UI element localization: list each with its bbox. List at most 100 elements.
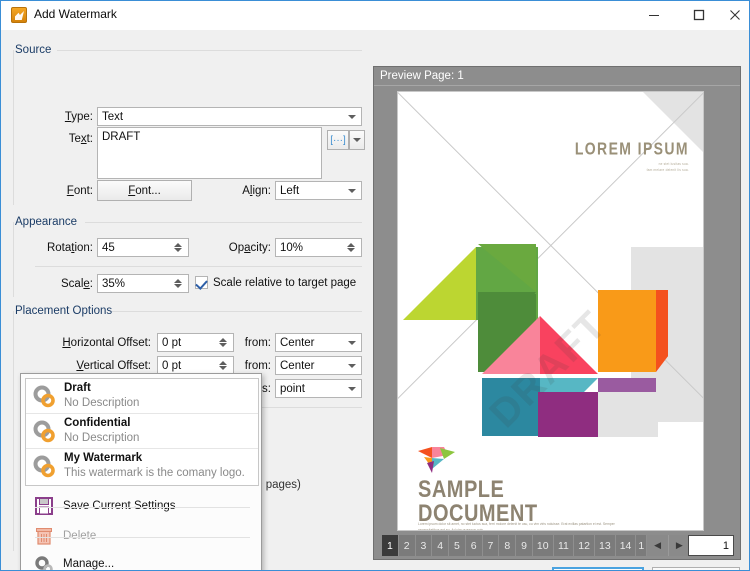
chevron-down-icon bbox=[348, 188, 356, 193]
vertical-from-value: Center bbox=[280, 359, 315, 372]
menu-item-label: Delete bbox=[63, 530, 97, 542]
insert-macro-icon: [···] bbox=[330, 134, 346, 146]
sample-title-line1: SAMPLE bbox=[418, 476, 505, 504]
cancel-button[interactable]: Cancel bbox=[652, 567, 740, 570]
insert-macro-button[interactable]: [···] bbox=[327, 130, 349, 150]
chevron-down-icon bbox=[348, 340, 356, 345]
page-button-14[interactable]: 14 bbox=[615, 535, 637, 556]
horizontal-from-label: from: bbox=[244, 337, 271, 349]
font-button[interactable]: Font... bbox=[97, 180, 192, 201]
type-label: Type: bbox=[64, 111, 93, 123]
close-button[interactable] bbox=[721, 1, 749, 29]
page-button-6[interactable]: 6 bbox=[465, 535, 483, 556]
stepper-down-icon[interactable] bbox=[219, 343, 227, 347]
document-sample-body: Lorem ipsum dolor sit amet, no stet luct… bbox=[418, 522, 615, 531]
page-button-4[interactable]: 4 bbox=[432, 535, 450, 556]
rotation-stepper[interactable]: 45 bbox=[97, 238, 189, 257]
horizontal-from-value: Center bbox=[280, 336, 315, 349]
type-combo[interactable]: Text bbox=[97, 107, 362, 126]
text-input[interactable]: DRAFT bbox=[97, 127, 322, 179]
tangram-graphic-lower bbox=[538, 392, 658, 437]
horizontal-offset-value: 0 pt bbox=[162, 336, 182, 349]
page-prev-button[interactable]: ◀ bbox=[647, 535, 669, 556]
preset-title: Draft bbox=[64, 382, 91, 394]
minimize-button[interactable] bbox=[631, 1, 676, 29]
preset-title: Confidential bbox=[64, 417, 131, 429]
horizontal-from-combo[interactable]: Center bbox=[275, 333, 362, 352]
chevron-down-icon bbox=[348, 363, 356, 368]
appearance-group-left-rule bbox=[13, 222, 14, 297]
add-watermark-dialog: Add Watermark Source Type: Text Text: DR… bbox=[0, 0, 750, 571]
page-button-8[interactable]: 8 bbox=[499, 535, 517, 556]
source-group-rule bbox=[57, 50, 362, 51]
settings-pane: Source Type: Text Text: DRAFT [···] Font… bbox=[7, 35, 369, 570]
stepper-up-icon[interactable] bbox=[347, 243, 355, 247]
page-button-1[interactable]: 1 bbox=[382, 535, 399, 556]
vertical-from-label: from: bbox=[244, 360, 271, 372]
rotation-label: Rotation: bbox=[46, 242, 93, 254]
stepper-down-icon[interactable] bbox=[347, 248, 355, 252]
align-combo[interactable]: Left bbox=[275, 181, 362, 200]
placement-group-title: Placement Options bbox=[15, 305, 113, 317]
page-button-7[interactable]: 7 bbox=[482, 535, 500, 556]
horizontal-offset-stepper[interactable]: 0 pt bbox=[157, 333, 234, 352]
stepper-up-icon[interactable] bbox=[174, 243, 182, 247]
dialog-body: Source Type: Text Text: DRAFT [···] Font… bbox=[2, 30, 749, 570]
preset-title: My Watermark bbox=[64, 452, 143, 464]
stepper-up-icon[interactable] bbox=[174, 279, 182, 283]
source-group-left-rule bbox=[13, 50, 14, 205]
units-combo[interactable]: point bbox=[275, 379, 362, 398]
page-button-2[interactable]: 2 bbox=[398, 535, 416, 556]
page-button-9[interactable]: 9 bbox=[516, 535, 533, 556]
menu-item-manage[interactable]: Manage... bbox=[25, 549, 259, 570]
scale-relative-checkbox[interactable] bbox=[195, 276, 208, 289]
page-button-11[interactable]: 11 bbox=[553, 535, 575, 556]
page-button-5[interactable]: 5 bbox=[449, 535, 466, 556]
text-label: Text: bbox=[68, 133, 93, 145]
scale-label: Scale: bbox=[61, 278, 93, 290]
stepper-up-icon[interactable] bbox=[219, 338, 227, 342]
page-button-15-partial[interactable]: 1 bbox=[636, 535, 648, 556]
menu-item-save-current-settings[interactable]: Save Current Settings bbox=[25, 491, 259, 521]
page-button-12[interactable]: 12 bbox=[574, 535, 595, 556]
preview-page-canvas[interactable]: LOREM IPSUM ne stet lusitas sua. fam mel… bbox=[397, 91, 704, 531]
stepper-down-icon[interactable] bbox=[219, 366, 227, 370]
page-button-10[interactable]: 10 bbox=[532, 535, 554, 556]
maximize-button[interactable] bbox=[676, 1, 721, 29]
page-button-3[interactable]: 3 bbox=[415, 535, 433, 556]
opacity-stepper[interactable]: 10% bbox=[275, 238, 362, 257]
menu-item-label: Save Current Settings bbox=[63, 500, 176, 512]
page-button-13[interactable]: 13 bbox=[595, 535, 616, 556]
insert-macro-dropdown[interactable] bbox=[349, 130, 365, 150]
gear-icon bbox=[33, 455, 55, 478]
stepper-down-icon[interactable] bbox=[174, 284, 182, 288]
page-number-input[interactable]: 1 bbox=[688, 535, 734, 556]
minimize-icon bbox=[648, 15, 659, 16]
align-label: Align: bbox=[242, 185, 271, 197]
menu-preset-my-watermark[interactable]: My Watermark This watermark is the coman… bbox=[26, 449, 258, 484]
menu-item-delete[interactable]: Delete bbox=[25, 521, 259, 551]
preset-description: No Description bbox=[64, 432, 140, 444]
gear-icon bbox=[33, 385, 55, 408]
ok-button[interactable]: OK bbox=[552, 567, 644, 570]
save-icon bbox=[35, 497, 53, 515]
page-navigation: 1 2 3 4 5 6 7 8 9 10 11 12 13 14 1 ◀ ▶ |… bbox=[382, 535, 735, 556]
pages-suffix: pages) bbox=[262, 479, 301, 491]
vertical-offset-label: Vertical Offset: bbox=[76, 360, 151, 372]
chevron-down-icon bbox=[348, 386, 356, 391]
rotation-value: 45 bbox=[102, 241, 115, 254]
settings-dropdown-menu: Draft No Description Confidential No Des… bbox=[20, 373, 262, 570]
gear-icon bbox=[35, 556, 53, 570]
chevron-down-icon bbox=[353, 138, 361, 142]
scale-stepper[interactable]: 35% bbox=[97, 274, 189, 293]
menu-preset-draft[interactable]: Draft No Description bbox=[26, 379, 258, 414]
stepper-up-icon[interactable] bbox=[219, 361, 227, 365]
menu-preset-confidential[interactable]: Confidential No Description bbox=[26, 414, 258, 449]
stepper-down-icon[interactable] bbox=[174, 248, 182, 252]
chevron-down-icon bbox=[348, 114, 356, 119]
appearance-group-title: Appearance bbox=[15, 216, 78, 228]
gear-icon bbox=[33, 420, 55, 443]
vertical-from-combo[interactable]: Center bbox=[275, 356, 362, 375]
menu-item-label: Manage... bbox=[63, 558, 115, 570]
placement-group-rule bbox=[112, 311, 362, 312]
